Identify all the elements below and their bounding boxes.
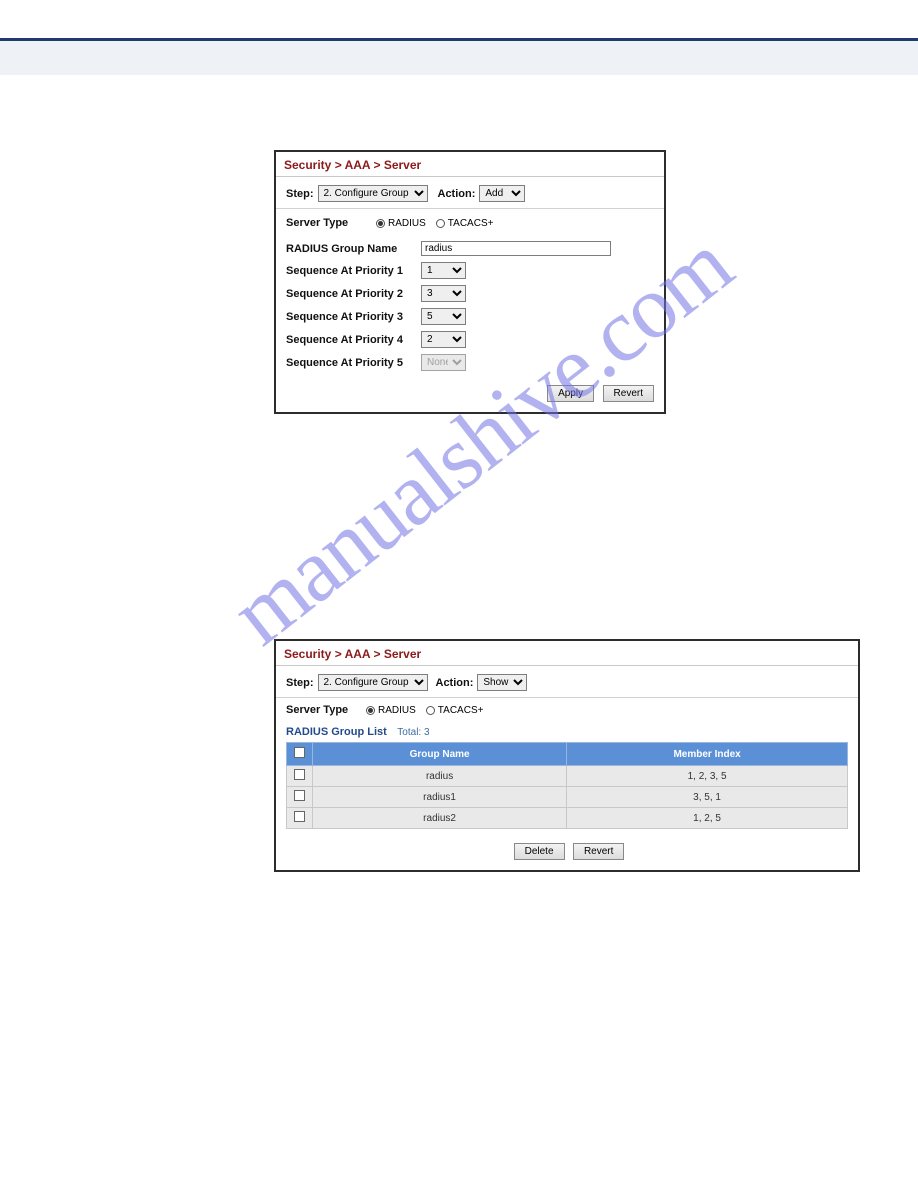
row-checkbox[interactable] [294,790,305,801]
aaa-server-show-panel: Security > AAA > Server Step: 2. Configu… [274,639,860,872]
panel1-breadcrumb: Security > AAA > Server [276,152,664,177]
group-name-input[interactable] [421,241,611,256]
seq2-label: Sequence At Priority 2 [286,288,421,300]
table-row: radius2 1, 2, 5 [287,808,848,829]
col-checkbox-header[interactable] [287,743,313,766]
revert-button-2[interactable]: Revert [573,843,624,860]
step-select-2[interactable]: 2. Configure Group [318,674,428,691]
seq4-select[interactable]: 2 [421,331,466,348]
table-row: radius 1, 2, 3, 5 [287,766,848,787]
step-select[interactable]: 2. Configure Group [318,185,428,202]
cell-member-index: 1, 2, 3, 5 [567,766,848,787]
seq1-select[interactable]: 1 [421,262,466,279]
seq5-label: Sequence At Priority 5 [286,357,421,369]
radio-tacacs-label: TACACS+ [448,218,494,229]
radio-tacacs[interactable]: TACACS+ [436,218,494,229]
step-label-2: Step: [286,677,314,689]
revert-button[interactable]: Revert [603,385,654,402]
panel2-breadcrumb: Security > AAA > Server [276,641,858,666]
radio-radius-2[interactable]: RADIUS [366,705,416,716]
radio-radius-icon-2 [366,706,375,715]
group-name-label: RADIUS Group Name [286,243,421,255]
col-group-name: Group Name [313,743,567,766]
row-checkbox[interactable] [294,769,305,780]
cell-group-name: radius [313,766,567,787]
seq1-label: Sequence At Priority 1 [286,265,421,277]
step-label: Step: [286,188,314,200]
delete-button[interactable]: Delete [514,843,565,860]
checkbox-icon [294,747,305,758]
cell-group-name: radius2 [313,808,567,829]
apply-button[interactable]: Apply [547,385,594,402]
aaa-server-add-panel: Security > AAA > Server Step: 2. Configu… [274,150,666,414]
action-label-2: Action: [436,677,474,689]
radio-tacacs-icon-2 [426,706,435,715]
page-top-band [0,41,918,75]
radio-tacacs-2[interactable]: TACACS+ [426,705,484,716]
seq4-label: Sequence At Priority 4 [286,334,421,346]
server-type-label-2: Server Type [286,704,366,716]
radio-radius[interactable]: RADIUS [376,218,426,229]
seq5-select: None [421,354,466,371]
group-list-total: Total: 3 [397,727,429,738]
seq3-label: Sequence At Priority 3 [286,311,421,323]
radio-tacacs-icon [436,219,445,228]
radio-radius-icon [376,219,385,228]
table-row: radius1 3, 5, 1 [287,787,848,808]
seq3-select[interactable]: 5 [421,308,466,325]
group-list-label: RADIUS Group List [286,726,387,738]
group-list-table: Group Name Member Index radius 1, 2, 3, … [286,742,848,829]
action-label: Action: [438,188,476,200]
col-member-index: Member Index [567,743,848,766]
cell-member-index: 3, 5, 1 [567,787,848,808]
action-select[interactable]: Add [479,185,525,202]
cell-group-name: radius1 [313,787,567,808]
seq2-select[interactable]: 3 [421,285,466,302]
radio-radius-label-2: RADIUS [378,705,416,716]
radio-tacacs-label-2: TACACS+ [438,705,484,716]
cell-member-index: 1, 2, 5 [567,808,848,829]
radio-radius-label: RADIUS [388,218,426,229]
row-checkbox[interactable] [294,811,305,822]
action-select-2[interactable]: Show [477,674,527,691]
server-type-label: Server Type [286,217,376,229]
